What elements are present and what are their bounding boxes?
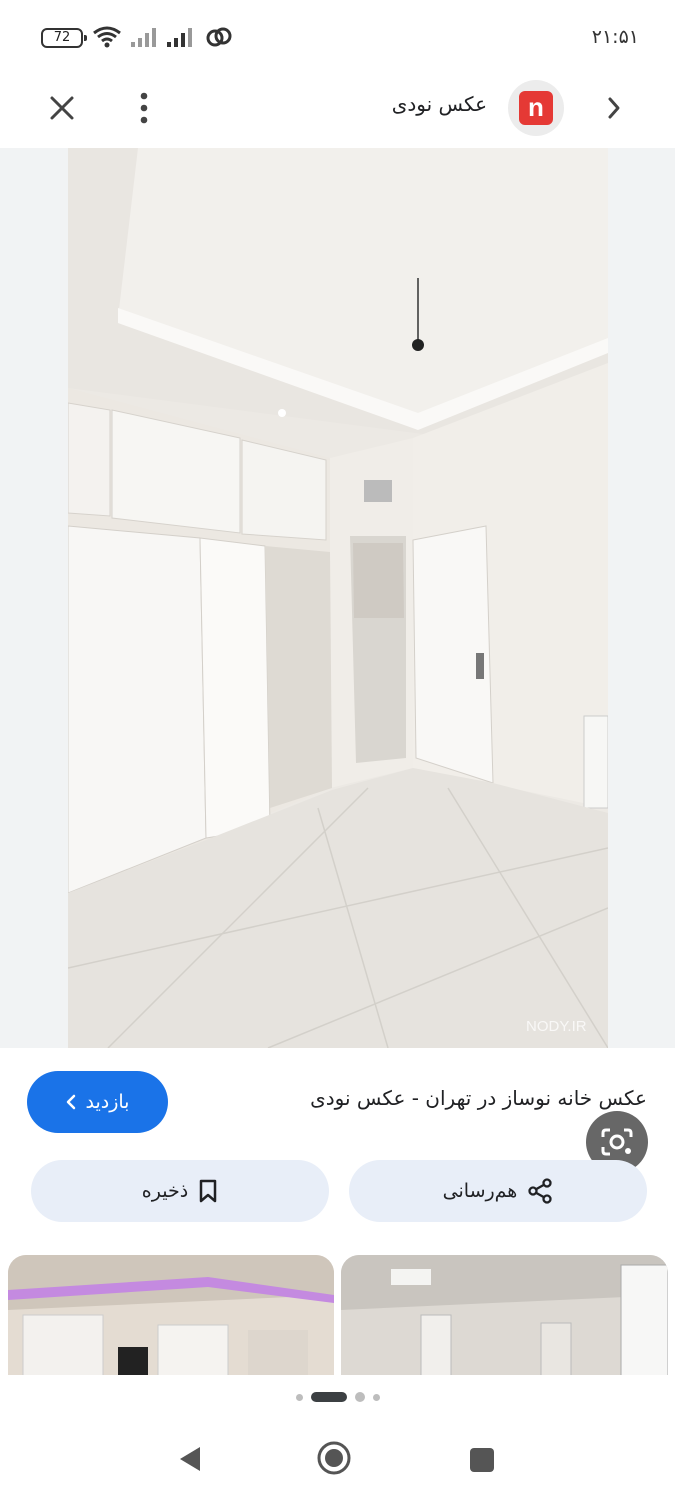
result-title[interactable]: عکس خانه نوساز در تهران - عکس نودی — [227, 1086, 647, 1110]
close-icon — [50, 96, 74, 120]
pager-dot — [372, 1393, 380, 1401]
main-image[interactable]: NODY.IR — [68, 148, 608, 1048]
forward-button[interactable] — [596, 88, 632, 128]
pager-dot — [354, 1392, 365, 1402]
pager-dot — [295, 1393, 303, 1401]
pager-dot-active — [310, 1392, 347, 1402]
kitchen-thumbnail — [8, 1255, 334, 1375]
share-label: هم‌رسانی — [442, 1180, 518, 1202]
wifi-icon — [93, 26, 121, 48]
battery-indicator: 72 — [41, 28, 87, 48]
signal-icon — [167, 28, 192, 47]
share-button[interactable]: هم‌رسانی — [349, 1160, 647, 1222]
chevron-left-icon — [66, 1094, 75, 1110]
room-photo: NODY.IR — [68, 148, 608, 1048]
visit-button[interactable]: بازدید — [27, 1071, 168, 1133]
pager-dots — [0, 1390, 675, 1404]
save-button[interactable]: ذخیره — [31, 1160, 329, 1222]
site-name[interactable]: عکس نودی — [392, 92, 487, 116]
related-images — [0, 1255, 675, 1375]
top-app-bar: عکس نودی n — [0, 76, 675, 148]
status-bar: 72 ۲۱:۵۱ — [0, 0, 675, 76]
image-viewer: NODY.IR — [0, 148, 675, 1173]
close-button[interactable] — [40, 86, 84, 130]
site-logo-letter: n — [519, 91, 553, 125]
link-icon — [206, 27, 232, 47]
bookmark-icon — [199, 1179, 217, 1203]
related-image[interactable] — [341, 1255, 668, 1375]
clock: ۲۱:۵۱ — [591, 26, 639, 48]
site-logo[interactable]: n — [508, 80, 564, 136]
save-label: ذخیره — [141, 1180, 189, 1202]
share-icon — [528, 1178, 552, 1204]
related-image[interactable] — [8, 1255, 334, 1375]
google-lens-icon — [601, 1128, 633, 1156]
more-vert-icon — [140, 92, 148, 124]
chevron-right-icon — [608, 97, 620, 119]
room-thumbnail — [341, 1255, 668, 1375]
nav-recents-icon[interactable] — [470, 1448, 494, 1472]
nav-back-icon[interactable] — [176, 1444, 204, 1474]
signal-icon — [131, 28, 156, 47]
watermark: NODY.IR — [526, 1018, 587, 1035]
system-nav-bar — [0, 1420, 675, 1500]
visit-label: بازدید — [85, 1091, 130, 1113]
more-options-button[interactable] — [124, 86, 164, 130]
nav-home-icon[interactable] — [316, 1440, 352, 1476]
